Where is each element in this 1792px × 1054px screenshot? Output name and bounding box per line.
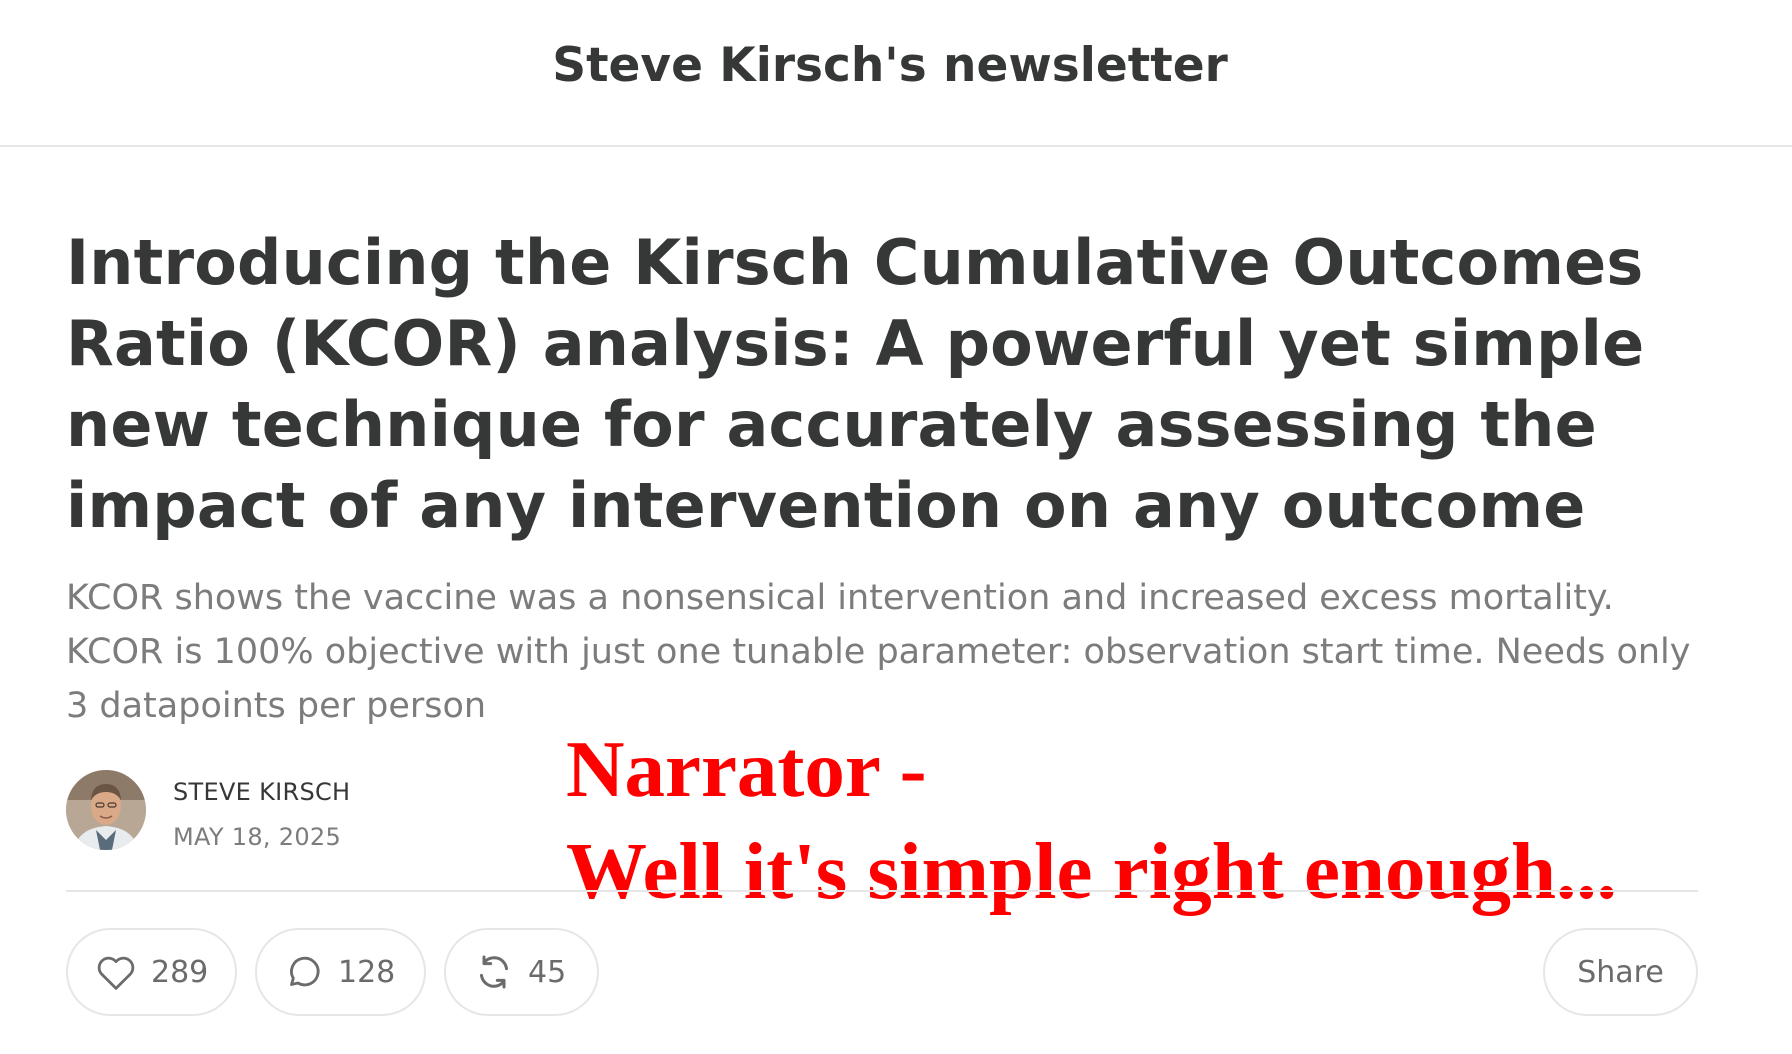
post-subtitle: KCOR shows the vaccine was a nonsensical…	[66, 578, 1691, 726]
comment-bubble-icon	[284, 952, 324, 992]
heart-icon	[95, 953, 137, 991]
narrator-line-2: Well it's simple right enough...	[566, 826, 1617, 916]
publication-header: Steve Kirsch's newsletter	[0, 0, 1792, 147]
restack-count: 45	[528, 954, 567, 990]
post-date: MAY 18, 2025	[173, 823, 342, 851]
author-name[interactable]: STEVE KIRSCH	[173, 778, 350, 806]
narrator-line-1: Narrator -	[566, 724, 927, 814]
like-button[interactable]: 289	[66, 928, 237, 1016]
author-avatar[interactable]	[66, 770, 146, 850]
share-button[interactable]: Share	[1543, 928, 1698, 1016]
restack-icon	[474, 952, 514, 992]
restack-button[interactable]: 45	[444, 928, 599, 1016]
byline: STEVE KIRSCH MAY 18, 2025	[66, 770, 566, 852]
divider	[66, 890, 1698, 892]
comment-count: 128	[338, 954, 396, 990]
comment-button[interactable]: 128	[255, 928, 426, 1016]
post-title: Introducing the Kirsch Cumulative Outcom…	[66, 226, 1645, 542]
share-label: Share	[1577, 954, 1664, 990]
like-count: 289	[151, 954, 209, 990]
publication-name[interactable]: Steve Kirsch's newsletter	[0, 38, 1780, 93]
avatar-photo	[66, 770, 146, 850]
